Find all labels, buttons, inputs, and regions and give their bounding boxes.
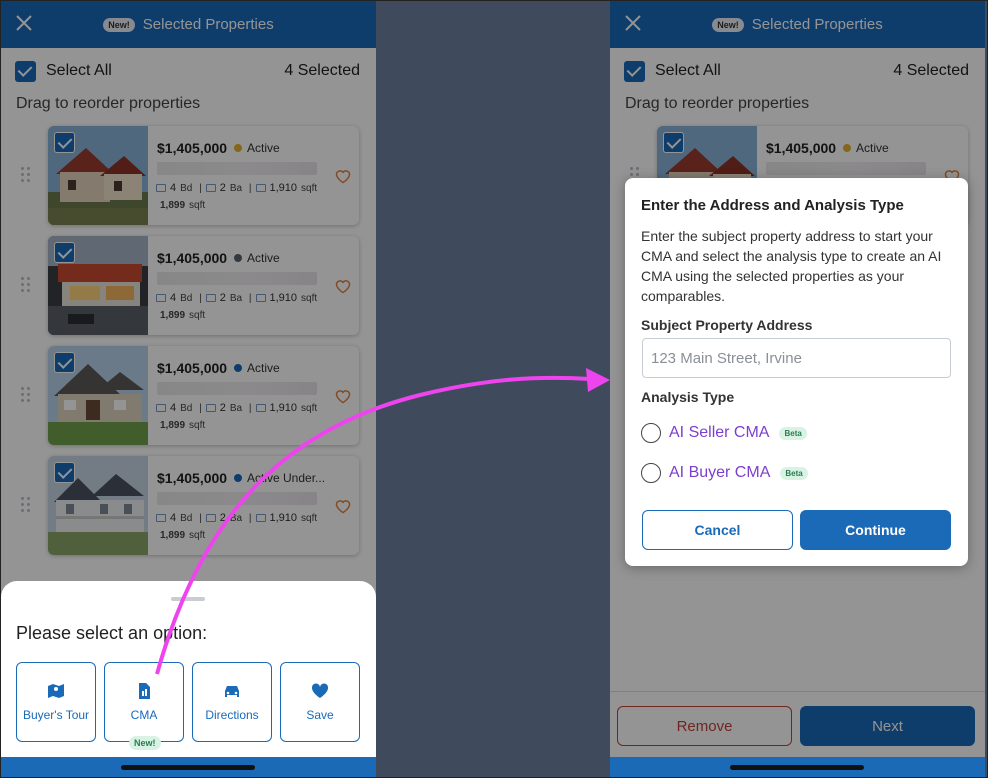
cma-dialog: Enter the Address and Analysis Type Ente… bbox=[625, 178, 968, 566]
address-label: Subject Property Address bbox=[641, 317, 813, 333]
dialog-description: Enter the subject property address to st… bbox=[641, 228, 942, 304]
buyers-tour-button[interactable]: Buyer's Tour bbox=[16, 662, 96, 742]
map-icon bbox=[48, 684, 64, 698]
bottom-sheet: Please select an option: Buyer's Tour CM… bbox=[1, 581, 376, 777]
cma-button[interactable]: CMA bbox=[104, 662, 184, 742]
option-label: Directions bbox=[205, 708, 259, 722]
left-screen: New! Selected Properties Select All 4 Se… bbox=[1, 1, 376, 777]
save-button[interactable]: Save bbox=[280, 662, 360, 742]
ai-buyer-cma-option[interactable]: AI Buyer CMA Beta bbox=[641, 463, 808, 483]
document-icon bbox=[139, 683, 150, 699]
ai-seller-cma-option[interactable]: AI Seller CMA Beta bbox=[641, 423, 807, 443]
option-label: CMA bbox=[130, 708, 158, 722]
option-label[interactable]: AI Seller CMA bbox=[669, 424, 769, 442]
address-input[interactable] bbox=[642, 338, 951, 378]
dialog-title: Enter the Address and Analysis Type bbox=[641, 197, 904, 214]
analysis-type-label: Analysis Type bbox=[641, 389, 735, 405]
cma-new-badge: New! bbox=[129, 736, 161, 750]
cancel-button[interactable]: Cancel bbox=[642, 510, 793, 550]
sheet-question: Please select an option: bbox=[16, 623, 208, 643]
option-label: Buyer's Tour bbox=[22, 708, 90, 722]
option-label[interactable]: AI Buyer CMA bbox=[669, 464, 770, 482]
option-label: Save bbox=[306, 708, 334, 722]
car-icon bbox=[225, 686, 239, 697]
heart-icon bbox=[311, 683, 329, 698]
continue-button[interactable]: Continue bbox=[800, 510, 951, 550]
home-indicator bbox=[121, 765, 255, 770]
radio-button[interactable] bbox=[641, 463, 661, 483]
directions-button[interactable]: Directions bbox=[192, 662, 272, 742]
beta-badge: Beta bbox=[779, 426, 807, 440]
beta-badge: Beta bbox=[780, 466, 808, 480]
home-indicator bbox=[730, 765, 864, 770]
radio-button[interactable] bbox=[641, 423, 661, 443]
sheet-handle[interactable] bbox=[171, 597, 205, 601]
